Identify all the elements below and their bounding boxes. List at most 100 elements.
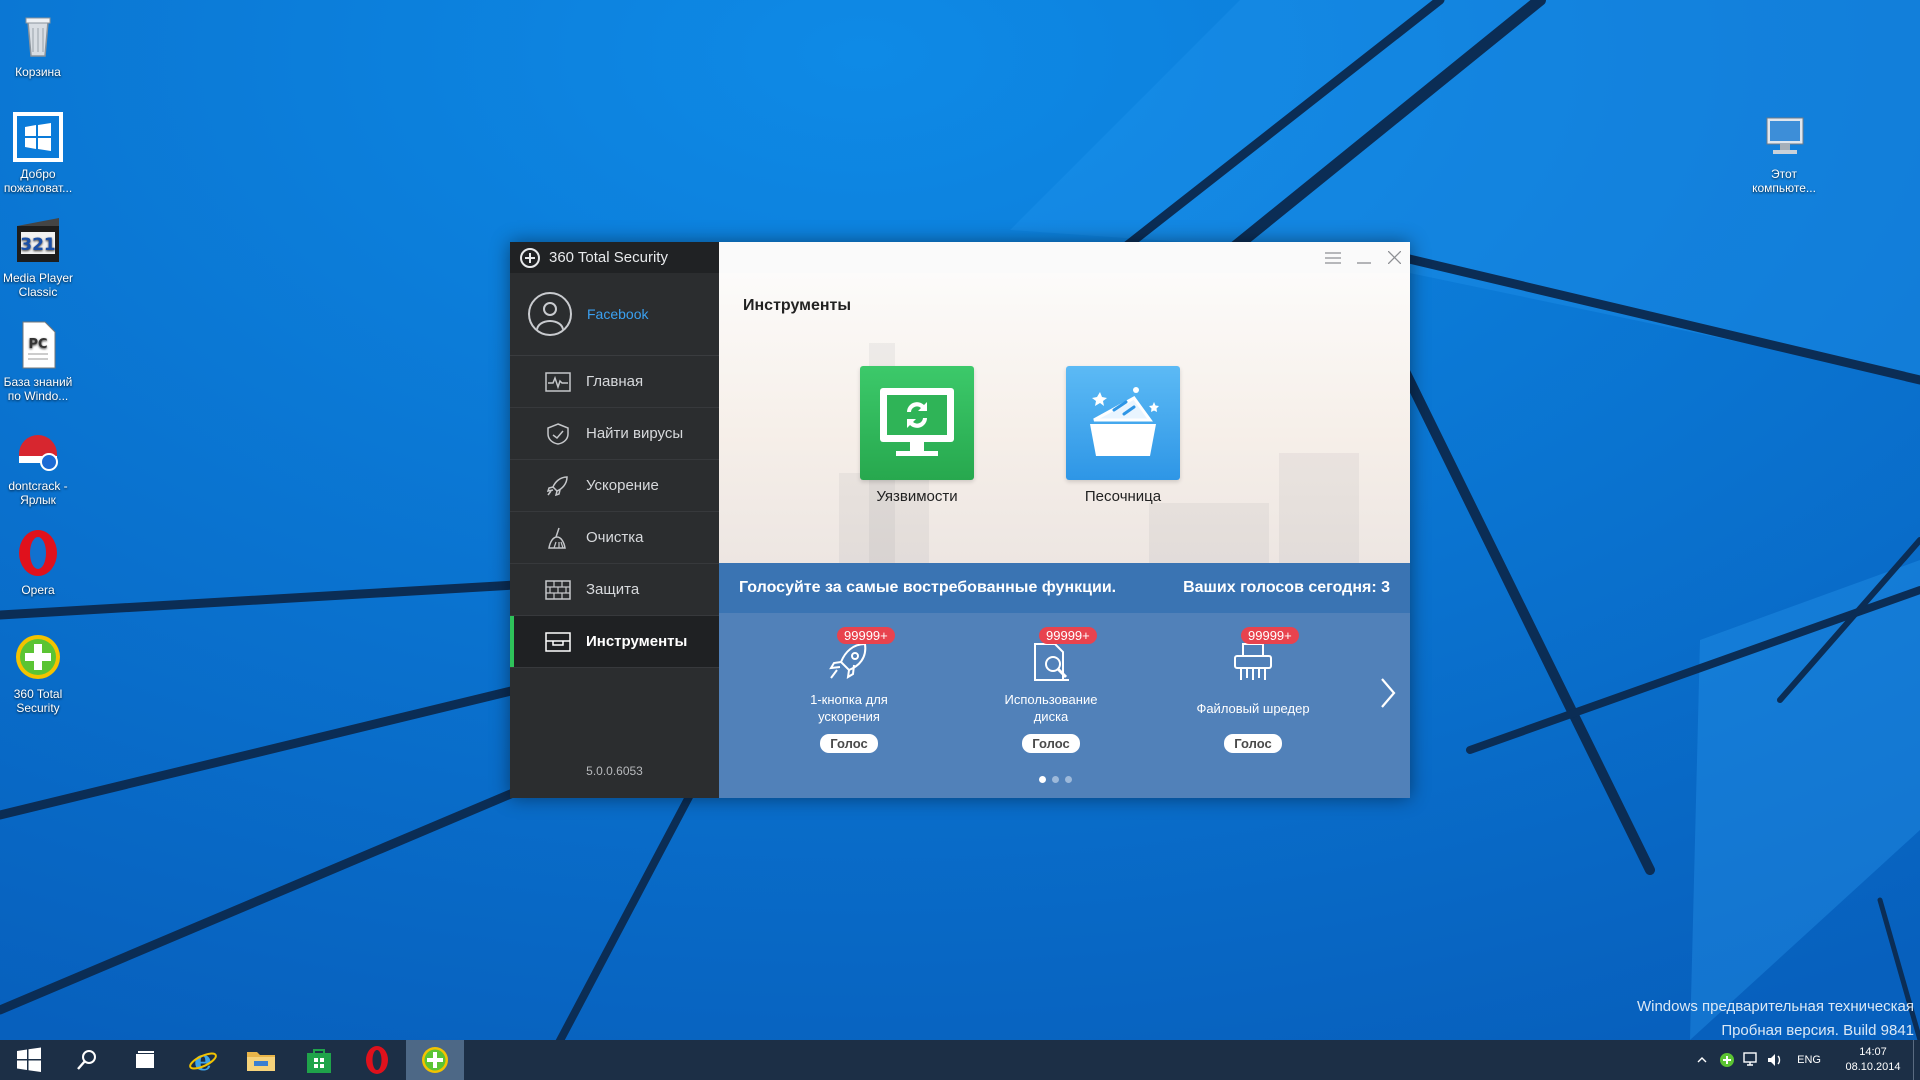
taskbar-opera[interactable] <box>348 1040 406 1080</box>
system-tray: ENG 14:07 08.10.2014 <box>1693 1040 1920 1080</box>
tool-tile <box>1066 366 1180 480</box>
vote-card-disk-usage: 99999+ Использование диска Голос <box>981 627 1121 753</box>
clock-date: 08.10.2014 <box>1845 1061 1901 1073</box>
votes-today: Ваших голосов сегодня: 3 <box>1183 579 1390 596</box>
desktop-icon-recycle-bin[interactable]: Корзина <box>0 8 84 79</box>
version-label: 5.0.0.6053 <box>586 764 643 778</box>
desktop-icon-knowledge-base[interactable]: PC База знаний по Windo... <box>0 318 84 403</box>
desktop-icon-dontcrack[interactable]: dontcrack - Ярлык <box>0 422 84 507</box>
vote-count-badge: 99999+ <box>1039 627 1097 644</box>
desktop-icon-media-player-classic[interactable]: 321 Media Player Classic <box>0 214 84 299</box>
windows-watermark: Windows предварительная техническая Проб… <box>1637 995 1914 1043</box>
vote-button[interactable]: Голос <box>820 734 878 753</box>
sidebar: 360 Total Security Facebook Главная Найт… <box>510 242 719 798</box>
vote-banner: Голосуйте за самые востребованные функци… <box>719 563 1410 613</box>
title-bar[interactable]: 360 Total Security <box>510 242 719 273</box>
menu-button[interactable] <box>1317 242 1348 273</box>
search-button[interactable] <box>58 1040 116 1080</box>
minimize-button[interactable] <box>1348 242 1379 273</box>
knowledge-base-icon: PC <box>11 318 65 372</box>
tool-label: Уязвимости <box>876 488 958 505</box>
vote-count-badge: 99999+ <box>1241 627 1299 644</box>
page-dot[interactable] <box>1065 776 1072 783</box>
svg-text:321: 321 <box>20 235 56 255</box>
volume-icon[interactable] <box>1763 1050 1787 1070</box>
desktop-icon-this-computer[interactable]: Этот компьюте... <box>1738 110 1830 195</box>
vote-count-badge: 99999+ <box>837 627 895 644</box>
sidebar-item-label: Очистка <box>586 529 644 546</box>
tray-360-icon[interactable] <box>1715 1050 1739 1070</box>
internet-explorer-icon: e <box>189 1045 217 1075</box>
shredder-icon <box>1234 643 1272 680</box>
vote-panel: 99999+ 1-кнопка для ускорения Голос 9999… <box>719 613 1410 798</box>
desktop-icon-welcome[interactable]: Добро пожаловат... <box>0 110 84 195</box>
network-icon[interactable] <box>1739 1050 1763 1070</box>
vote-card-file-shredder: 99999+ Файловый шредер Голос <box>1183 627 1323 753</box>
vote-card-label: Использование диска <box>1004 692 1098 724</box>
svg-text:e: e <box>194 1045 212 1075</box>
clock[interactable]: 14:07 08.10.2014 <box>1833 1045 1913 1075</box>
opera-icon <box>11 526 65 580</box>
next-page-arrow-icon[interactable] <box>1376 675 1400 711</box>
svg-text:PC: PC <box>28 337 47 352</box>
sidebar-item-label: Защита <box>586 581 640 598</box>
background-building <box>1279 453 1359 563</box>
pulse-monitor-icon <box>545 371 571 392</box>
store-icon <box>307 1049 331 1073</box>
broom-icon <box>548 527 566 549</box>
sidebar-item-cleanup[interactable]: Очистка <box>510 512 719 564</box>
360-total-security-icon <box>422 1047 448 1073</box>
sandbox-box-icon <box>1090 387 1159 456</box>
close-button[interactable] <box>1379 242 1410 273</box>
vote-card-label: 1-кнопка для ускорения <box>810 692 888 724</box>
sidebar-item-scan[interactable]: Найти вирусы <box>510 408 719 460</box>
taskbar: e ENG 14:07 08.10.2014 <box>0 1040 1920 1080</box>
shield-scan-icon <box>547 422 569 445</box>
vote-button[interactable]: Голос <box>1022 734 1080 753</box>
start-button[interactable] <box>0 1040 58 1080</box>
taskbar-360-total-security[interactable] <box>406 1040 464 1080</box>
tray-expand-icon[interactable] <box>1693 1053 1711 1067</box>
tool-sandbox[interactable]: Песочница <box>1053 366 1193 505</box>
vote-prompt: Голосуйте за самые востребованные функци… <box>739 579 1117 596</box>
tools-area: Инструменты Уязвимости Песочница <box>719 273 1410 563</box>
main-panel: Инструменты Уязвимости Песочница Голосуй… <box>719 242 1410 798</box>
desktop-icon-360-total-security[interactable]: 360 Total Security <box>0 630 84 715</box>
search-icon <box>77 1050 96 1070</box>
sidebar-item-label: Инструменты <box>586 633 688 650</box>
taskbar-store[interactable] <box>290 1040 348 1080</box>
taskbar-file-explorer[interactable] <box>232 1040 290 1080</box>
account-name[interactable]: Facebook <box>587 306 648 322</box>
input-language[interactable]: ENG <box>1797 1054 1821 1066</box>
desktop-icon-opera[interactable]: Opera <box>0 526 84 597</box>
tool-vulnerabilities[interactable]: Уязвимости <box>847 366 987 505</box>
sidebar-item-home[interactable]: Главная <box>510 356 719 408</box>
app-title: 360 Total Security <box>549 249 668 266</box>
app-logo-icon <box>520 247 540 268</box>
task-view-button[interactable] <box>116 1040 174 1080</box>
sidebar-item-protection[interactable]: Защита <box>510 564 719 616</box>
window-controls <box>719 242 1410 273</box>
account-panel[interactable]: Facebook <box>510 273 719 356</box>
minimize-icon <box>1356 261 1371 264</box>
folder-icon <box>247 1052 275 1071</box>
page-dot[interactable] <box>1052 776 1059 783</box>
taskbar-internet-explorer[interactable]: e <box>174 1040 232 1080</box>
firewall-icon <box>545 579 571 600</box>
windows-logo-icon <box>17 1047 41 1072</box>
sidebar-item-tools[interactable]: Инструменты <box>510 616 719 668</box>
clock-time: 14:07 <box>1859 1046 1887 1058</box>
vulnerability-monitor-icon <box>880 388 954 456</box>
page-title: Инструменты <box>743 297 852 314</box>
page-dot[interactable] <box>1039 776 1046 783</box>
background-building <box>1149 503 1269 563</box>
disk-usage-icon <box>1034 643 1069 681</box>
vote-card-label: Файловый шредер <box>1196 701 1310 716</box>
rocket-icon <box>829 642 867 679</box>
show-desktop-button[interactable] <box>1913 1040 1920 1080</box>
sidebar-item-speedup[interactable]: Ускорение <box>510 460 719 512</box>
vote-button[interactable]: Голос <box>1224 734 1282 753</box>
app-window: 360 Total Security Facebook Главная Найт… <box>510 242 1410 798</box>
dontcrack-icon <box>11 422 65 476</box>
avatar-icon[interactable] <box>528 292 572 336</box>
